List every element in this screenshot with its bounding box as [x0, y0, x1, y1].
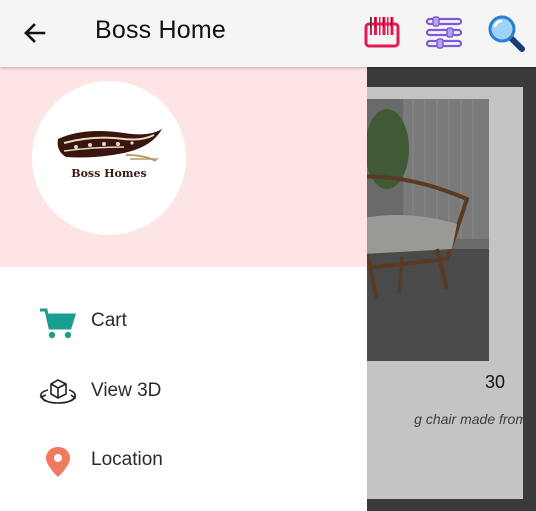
barcode-icon[interactable] — [363, 14, 401, 52]
back-arrow-icon[interactable] — [18, 16, 52, 50]
navigation-drawer: Boss Homes Cart View 3D Location — [0, 67, 367, 511]
product-price: 30 — [484, 372, 505, 392]
drawer-item-label: Cart — [91, 310, 127, 331]
drawer-item-label: Location — [91, 449, 163, 470]
product-description: g chair made from — [414, 411, 523, 427]
background-content: 30 g chair made from — [367, 67, 536, 511]
search-icon[interactable] — [487, 14, 525, 52]
view-3d-icon — [38, 376, 78, 410]
product-image — [367, 99, 489, 361]
filter-sliders-icon[interactable] — [425, 14, 463, 52]
drawer-item-view-3d[interactable]: View 3D — [0, 364, 367, 420]
logo: Boss Homes — [32, 81, 186, 235]
product-card[interactable]: 30 g chair made from — [367, 87, 523, 499]
horn-logo-icon — [54, 125, 164, 167]
page-title: Boss Home — [95, 16, 227, 44]
drawer-item-cart[interactable]: Cart — [0, 294, 367, 350]
logo-text: Boss Homes — [71, 167, 147, 180]
location-pin-icon — [38, 445, 78, 479]
drawer-item-location[interactable]: Location — [0, 433, 367, 489]
drawer-item-label: View 3D — [91, 380, 162, 401]
cart-icon — [38, 306, 78, 340]
app-bar: Boss Home — [0, 0, 536, 67]
drawer-header: Boss Homes — [0, 67, 367, 267]
